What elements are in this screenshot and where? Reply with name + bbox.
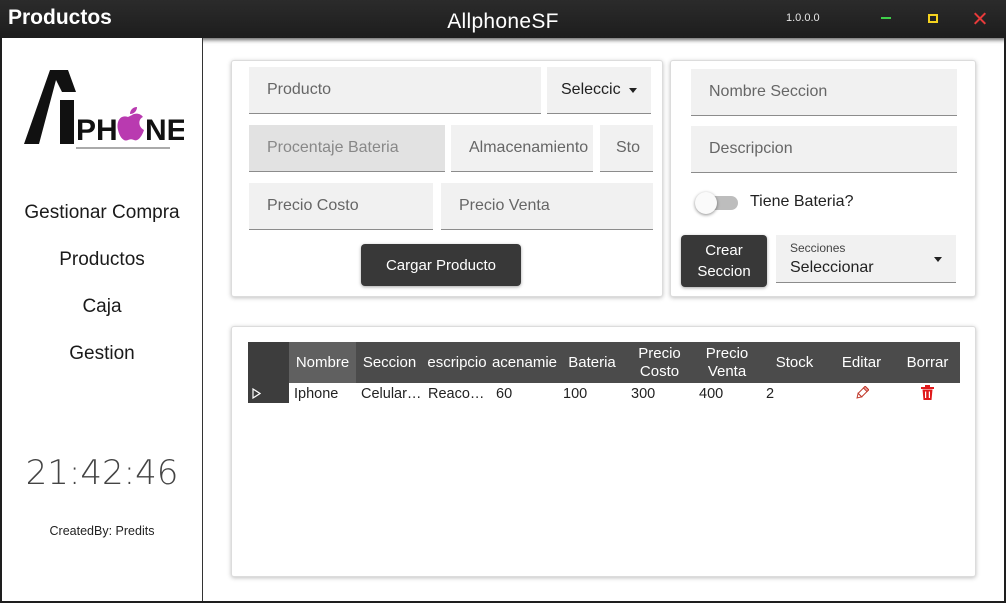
cell-almacenamiento[interactable]: 60 [496, 386, 556, 402]
column-header-stock[interactable]: Stock [761, 342, 828, 383]
nav-gestion[interactable]: Gestion [2, 343, 202, 365]
nav-caja[interactable]: Caja [2, 296, 202, 318]
svg-text:PH: PH [76, 114, 118, 147]
seccion-select-value: Seleccic [561, 81, 621, 98]
cell-precio-venta[interactable]: 400 [699, 386, 759, 402]
toggle-thumb [695, 192, 717, 214]
seccion-select[interactable]: Seleccic [547, 67, 651, 114]
nombre-seccion-input[interactable]: Nombre Seccion [691, 69, 957, 116]
logo-graphic: PH NE [24, 70, 187, 149]
column-header-seccion[interactable]: Seccion [356, 342, 423, 383]
close-icon [974, 12, 986, 24]
row-selector-icon [252, 387, 261, 399]
pencil-icon [856, 385, 870, 399]
edit-button[interactable] [855, 385, 870, 403]
column-header-nombre[interactable]: Nombre [289, 342, 356, 383]
precio-venta-input[interactable]: Precio Venta [441, 183, 653, 230]
column-header-precio-venta[interactable]: Precio Venta [693, 342, 761, 383]
table-row[interactable]: Iphone Celular… Reaco… 60 100 300 400 2 [248, 383, 960, 403]
version-label: 1.0.0.0 [786, 12, 820, 24]
caret-down-icon [934, 256, 942, 262]
secciones-label: Secciones [790, 241, 846, 255]
crear-seccion-label-1: Crear [705, 242, 743, 259]
app-name: AllphoneSF [447, 10, 559, 33]
product-form-card: Producto Seleccic Procentaje Bateria Alm… [231, 60, 663, 297]
section-form-card: Nombre Seccion Descripcion Tiene Bateria… [670, 60, 976, 297]
column-header-precio-costo[interactable]: Precio Costo [626, 342, 693, 383]
title-bar[interactable]: Productos AllphoneSF 1.0.0.0 [0, 0, 1006, 38]
secciones-select[interactable]: Secciones Seleccionar [776, 235, 956, 283]
column-header-almacenamiento[interactable]: acenamie [491, 342, 558, 383]
trash-icon [921, 385, 934, 400]
column-header-descripcion[interactable]: escripcio [423, 342, 491, 383]
tiene-bateria-toggle[interactable] [695, 192, 738, 214]
created-by: CreatedBy: Predits [49, 524, 155, 538]
sidebar: PH NE Gestionar Compra Productos Caja Ge… [2, 38, 203, 601]
cell-descripcion[interactable]: Reaco… [428, 386, 488, 402]
minimize-icon [881, 17, 891, 19]
bateria-input: Procentaje Bateria [249, 125, 445, 172]
tiene-bateria-label: Tiene Bateria? [750, 193, 854, 210]
cell-precio-costo[interactable]: 300 [631, 386, 691, 402]
products-table-card: Nombre Seccion escripcio acenamie Bateri… [231, 326, 976, 577]
nav-productos[interactable]: Productos [2, 249, 202, 271]
nav-gestionar-compra[interactable]: Gestionar Compra [2, 202, 202, 224]
column-header-editar[interactable]: Editar [828, 342, 895, 383]
maximize-icon [928, 13, 938, 23]
cell-bateria[interactable]: 100 [563, 386, 623, 402]
crear-seccion-button[interactable]: Crear Seccion [681, 235, 767, 287]
delete-button[interactable] [921, 385, 934, 403]
column-header-bateria[interactable]: Bateria [558, 342, 626, 383]
cell-seccion[interactable]: Celular… [361, 386, 421, 402]
caret-down-icon [629, 88, 637, 93]
stock-input[interactable]: Sto [600, 125, 653, 172]
row-header-corner [248, 342, 289, 383]
maximize-button[interactable] [911, 0, 955, 36]
almacenamiento-input[interactable]: Almacenamiento [451, 125, 593, 172]
descripcion-input[interactable]: Descripcion [691, 126, 957, 173]
secciones-value: Seleccionar [790, 259, 874, 276]
producto-input[interactable]: Producto [249, 67, 541, 114]
column-header-borrar[interactable]: Borrar [895, 342, 960, 383]
svg-text:NE: NE [145, 114, 184, 147]
cell-nombre[interactable]: Iphone [294, 386, 354, 402]
cell-stock[interactable]: 2 [766, 386, 826, 402]
close-button[interactable] [958, 0, 1002, 36]
table-header: Nombre Seccion escripcio acenamie Bateri… [248, 342, 960, 383]
minimize-button[interactable] [864, 0, 908, 36]
row-header[interactable] [248, 383, 289, 403]
cargar-producto-button[interactable]: Cargar Producto [361, 244, 521, 286]
clock: 21:42:46 [25, 453, 179, 493]
crear-seccion-label-2: Seccion [697, 263, 751, 280]
precio-costo-input[interactable]: Precio Costo [249, 183, 433, 230]
app-logo: PH NE [24, 70, 187, 152]
